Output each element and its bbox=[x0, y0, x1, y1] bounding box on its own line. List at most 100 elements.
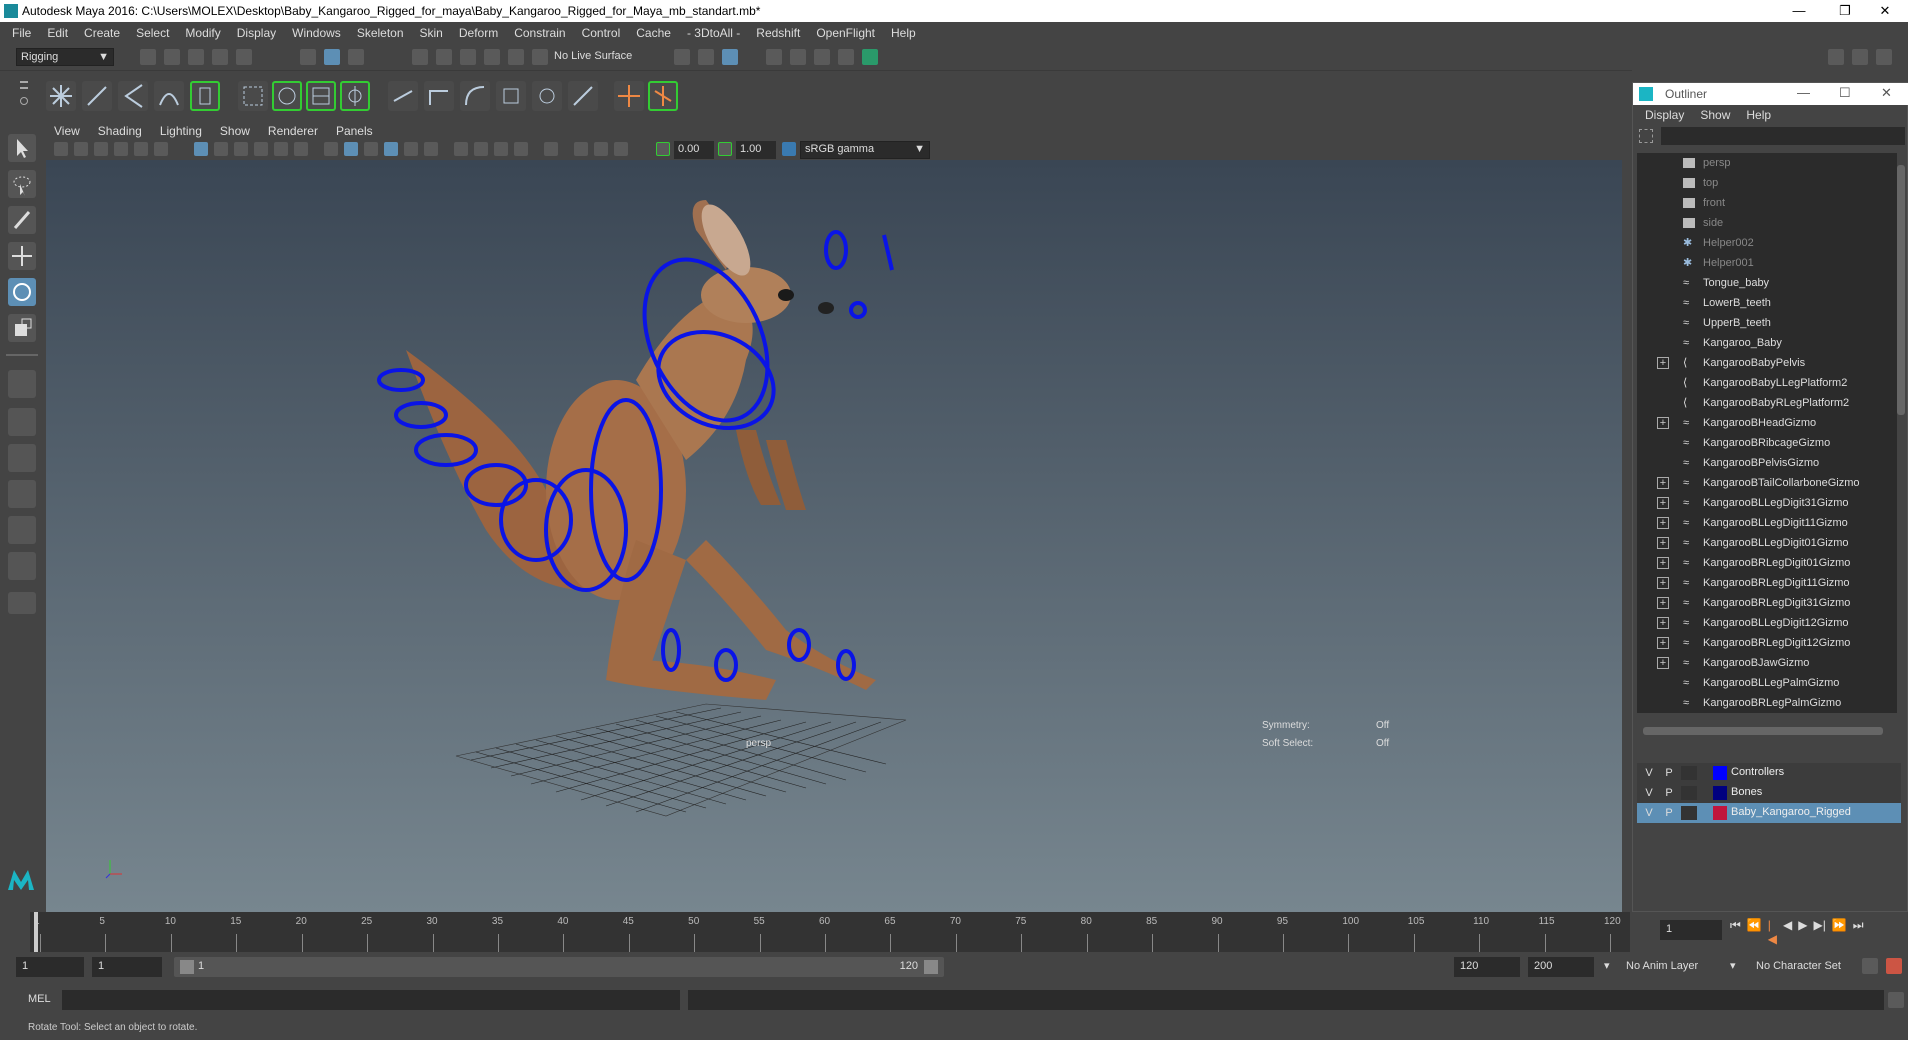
close-button[interactable]: ✕ bbox=[1881, 85, 1892, 101]
command-input[interactable] bbox=[62, 990, 680, 1010]
field-chart-icon[interactable] bbox=[274, 142, 288, 156]
outliner-item[interactable]: + ≈ KangarooBJawGizmo bbox=[1637, 653, 1897, 673]
layer-color-swatch[interactable] bbox=[1713, 766, 1727, 780]
snap-point-icon[interactable] bbox=[460, 49, 476, 65]
output-ops-icon[interactable] bbox=[698, 49, 714, 65]
menu-redshift[interactable]: Redshift bbox=[756, 26, 800, 40]
go-to-start-icon[interactable]: ⏮ bbox=[1730, 918, 1741, 946]
minimize-button[interactable]: — bbox=[1797, 85, 1810, 100]
snap-surface-icon[interactable] bbox=[508, 49, 524, 65]
locator-icon[interactable] bbox=[614, 81, 644, 111]
new-scene-icon[interactable] bbox=[140, 49, 156, 65]
layer-playback-toggle[interactable]: P bbox=[1661, 786, 1677, 800]
attribute-editor-toggle-icon[interactable] bbox=[1852, 49, 1868, 65]
anti-aliasing-icon[interactable] bbox=[514, 142, 528, 156]
playback-start-field[interactable]: 1 bbox=[92, 957, 162, 977]
safe-action-icon[interactable] bbox=[294, 142, 308, 156]
rotate-tool-icon[interactable] bbox=[8, 278, 36, 306]
ambient-occlusion-icon[interactable] bbox=[474, 142, 488, 156]
point-constraint-icon[interactable] bbox=[388, 81, 418, 111]
menu-display[interactable]: Display bbox=[237, 26, 276, 40]
outliner-item[interactable]: ≈ LowerB_teeth bbox=[1637, 293, 1897, 313]
go-to-end-icon[interactable]: ⏭ bbox=[1853, 918, 1864, 946]
isolate-select-icon[interactable] bbox=[544, 142, 558, 156]
maximize-button[interactable]: ☐ bbox=[1839, 85, 1851, 101]
expand-icon[interactable]: + bbox=[1657, 597, 1669, 609]
outliner-scrollbar[interactable] bbox=[1897, 165, 1905, 415]
gamma-icon[interactable] bbox=[718, 142, 732, 156]
shadows-icon[interactable] bbox=[454, 142, 468, 156]
script-editor-icon[interactable] bbox=[1888, 992, 1904, 1008]
sidebar-toggle-icon[interactable] bbox=[1828, 49, 1844, 65]
outliner-item[interactable]: ≈ KangarooBRibcageGizmo bbox=[1637, 433, 1897, 453]
render-view-icon[interactable] bbox=[766, 49, 782, 65]
vp-menu-panels[interactable]: Panels bbox=[336, 124, 373, 138]
side-by-side-layout-icon[interactable] bbox=[8, 444, 36, 472]
xray-active-components-icon[interactable] bbox=[594, 142, 608, 156]
hypershade-icon[interactable] bbox=[862, 49, 878, 65]
outliner-item[interactable]: + ≈ KangarooBRLegDigit31Gizmo bbox=[1637, 593, 1897, 613]
color-management-icon[interactable] bbox=[782, 142, 796, 156]
expand-icon[interactable]: + bbox=[1657, 497, 1669, 509]
layer-display-type-toggle[interactable] bbox=[1681, 766, 1697, 780]
use-all-lights-icon[interactable] bbox=[424, 142, 438, 156]
ik-spline-icon[interactable] bbox=[154, 81, 184, 111]
expand-icon[interactable]: + bbox=[1657, 617, 1669, 629]
select-object-icon[interactable] bbox=[324, 49, 340, 65]
move-tool-icon[interactable] bbox=[8, 242, 36, 270]
expand-icon[interactable]: + bbox=[1657, 557, 1669, 569]
menu-skeleton[interactable]: Skeleton bbox=[357, 26, 404, 40]
vp-menu-lighting[interactable]: Lighting bbox=[160, 124, 202, 138]
2d-pan-zoom-icon[interactable] bbox=[134, 142, 148, 156]
snap-curve-icon[interactable] bbox=[436, 49, 452, 65]
outliner-item[interactable]: ✱ Helper001 bbox=[1637, 253, 1897, 273]
chevron-down-icon[interactable]: ▾ bbox=[1604, 959, 1610, 972]
range-slider[interactable]: 1 120 bbox=[174, 957, 944, 977]
mirror-joint-icon[interactable] bbox=[648, 81, 678, 111]
bind-skin-icon[interactable] bbox=[190, 81, 220, 111]
play-backward-icon[interactable]: ◀ bbox=[1783, 918, 1792, 946]
layer-playback-toggle[interactable]: P bbox=[1661, 766, 1677, 780]
outliner-item[interactable]: + ≈ KangarooBHeadGizmo bbox=[1637, 413, 1897, 433]
wireframe-icon[interactable] bbox=[324, 142, 338, 156]
default-material-icon[interactable] bbox=[364, 142, 378, 156]
outliner-item[interactable]: + ≈ KangarooBRLegDigit12Gizmo bbox=[1637, 633, 1897, 653]
outliner-hscrollbar[interactable] bbox=[1643, 727, 1883, 735]
menu-deform[interactable]: Deform bbox=[459, 26, 498, 40]
outliner-item[interactable]: + ≈ KangarooBLLegDigit31Gizmo bbox=[1637, 493, 1897, 513]
outliner-item[interactable]: ⟨ KangarooBabyLLegPlatform2 bbox=[1637, 373, 1897, 393]
layer-visibility-toggle[interactable]: V bbox=[1641, 786, 1657, 800]
camera-attributes-icon[interactable] bbox=[74, 142, 88, 156]
persp-outliner-layout-icon[interactable] bbox=[8, 516, 36, 544]
undo-icon[interactable] bbox=[212, 49, 228, 65]
select-tool-icon[interactable] bbox=[8, 134, 36, 162]
colorspace-dropdown[interactable]: sRGB gamma ▼ bbox=[800, 141, 930, 159]
bookmark-icon[interactable] bbox=[94, 142, 108, 156]
outliner-item[interactable]: + ≈ KangarooBRLegDigit11Gizmo bbox=[1637, 573, 1897, 593]
vp-menu-view[interactable]: View bbox=[54, 124, 80, 138]
playback-end-field[interactable]: 120 bbox=[1454, 957, 1520, 977]
vp-menu-renderer[interactable]: Renderer bbox=[268, 124, 318, 138]
expand-icon[interactable]: + bbox=[1657, 357, 1669, 369]
render-frame-icon[interactable] bbox=[790, 49, 806, 65]
outliner-item[interactable]: + ≈ KangarooBLLegDigit11Gizmo bbox=[1637, 513, 1897, 533]
auto-key-icon[interactable] bbox=[1862, 958, 1878, 974]
outliner-item[interactable]: + ≈ KangarooBLLegDigit01Gizmo bbox=[1637, 533, 1897, 553]
layer-visibility-toggle[interactable]: V bbox=[1641, 766, 1657, 780]
open-scene-icon[interactable] bbox=[164, 49, 180, 65]
close-button[interactable]: ✕ bbox=[1862, 0, 1908, 22]
input-ops-icon[interactable] bbox=[674, 49, 690, 65]
gamma-field[interactable]: 1.00 bbox=[736, 141, 776, 159]
snap-view-icon[interactable] bbox=[484, 49, 500, 65]
film-gate-icon[interactable] bbox=[214, 142, 228, 156]
wrap-deformer-icon[interactable] bbox=[306, 81, 336, 111]
menu-create[interactable]: Create bbox=[84, 26, 120, 40]
preferences-icon[interactable] bbox=[1886, 958, 1902, 974]
gate-mask-icon[interactable] bbox=[254, 142, 268, 156]
select-camera-icon[interactable] bbox=[54, 142, 68, 156]
layer-display-type-toggle[interactable] bbox=[1681, 806, 1697, 820]
textured-icon[interactable] bbox=[404, 142, 418, 156]
menu-constrain[interactable]: Constrain bbox=[514, 26, 565, 40]
outliner-item[interactable]: + ≈ KangarooBLLegDigit12Gizmo bbox=[1637, 613, 1897, 633]
outliner-menu-display[interactable]: Display bbox=[1645, 108, 1684, 122]
